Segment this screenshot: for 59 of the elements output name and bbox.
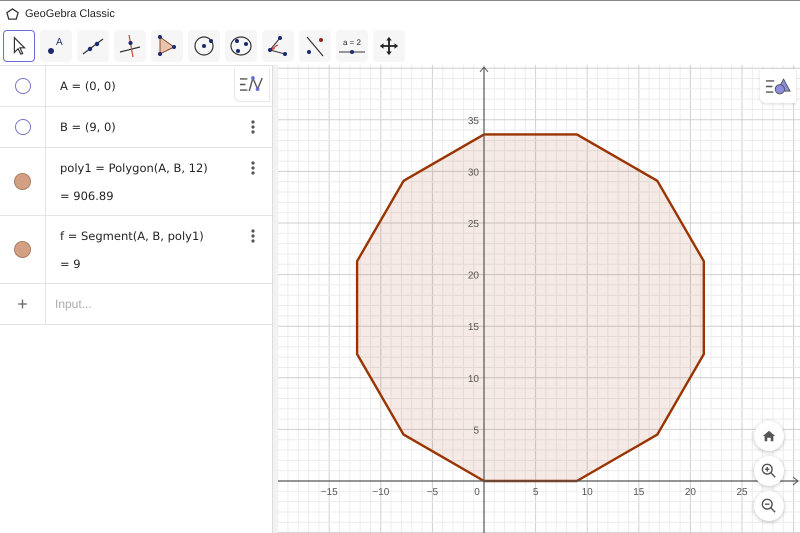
y-axis-label: 15	[468, 322, 479, 334]
reflect-tool-button[interactable]	[299, 30, 331, 62]
lines-and-shapes-icon	[765, 76, 791, 96]
y-axis-label: 20	[468, 270, 479, 282]
algebra-definition[interactable]: B = (9, 0)	[60, 120, 116, 134]
add-input-symbol[interactable]: +	[17, 294, 28, 314]
algebra-value: = 9	[60, 256, 82, 270]
home-button[interactable]	[754, 421, 784, 451]
x-axis-label: −15	[320, 487, 338, 498]
pan-tool-button[interactable]	[373, 30, 405, 62]
angle-tool-button[interactable]	[262, 30, 294, 62]
x-axis-label: 25	[736, 487, 748, 498]
circle-tool-button[interactable]	[188, 30, 220, 62]
visibility-toggle[interactable]	[14, 173, 31, 190]
home-icon	[762, 429, 776, 443]
x-axis-label: −10	[372, 487, 390, 498]
app-logo-icon	[6, 8, 19, 20]
x-axis-label: 20	[684, 487, 696, 498]
algebra-definition[interactable]: poly1 = Polygon(A, B, 12)	[60, 160, 208, 174]
move-tool-button[interactable]	[3, 30, 35, 62]
perpendicular-lines-icon	[118, 34, 142, 58]
algebra-definition[interactable]: A = (0, 0)	[60, 79, 116, 93]
x-axis-label: −5	[426, 487, 438, 498]
y-axis-label: 25	[468, 219, 479, 230]
algebra-style-button[interactable]	[234, 68, 270, 102]
slider-tool-button[interactable]: a = 2	[336, 30, 368, 62]
perpendicular-tool-button[interactable]	[114, 30, 146, 62]
x-axis-label: 10	[582, 487, 593, 498]
more-menu-icon[interactable]	[251, 161, 255, 175]
zoom-out-button[interactable]	[754, 491, 784, 521]
more-menu-icon[interactable]	[251, 229, 255, 243]
visibility-toggle[interactable]	[14, 119, 30, 135]
algebra-definition[interactable]: f = Segment(A, B, poly1)	[60, 228, 204, 242]
visibility-toggle[interactable]	[14, 78, 30, 94]
y-axis-label: 30	[468, 167, 479, 178]
angle-icon	[266, 34, 290, 58]
window-title: GeoGebra Classic	[25, 8, 115, 20]
zoom-in-button[interactable]	[754, 456, 784, 486]
visibility-toggle[interactable]	[14, 241, 31, 258]
polygon-tool-button[interactable]	[151, 30, 183, 62]
line-tool-button[interactable]	[77, 30, 109, 62]
x-axis-label: 0	[474, 487, 480, 498]
y-axis-label: 10	[468, 374, 479, 385]
circle-icon	[192, 34, 216, 58]
y-axis-label: 35	[468, 116, 479, 127]
conic-tool-button[interactable]	[225, 30, 257, 62]
zoom-out-icon	[764, 504, 776, 513]
y-axis-label: 5	[473, 425, 479, 436]
more-menu-icon[interactable]	[251, 120, 255, 134]
graphics-style-button[interactable]	[760, 69, 796, 103]
algebra-value: = 906.89	[60, 188, 115, 202]
zoom-in-icon	[764, 466, 776, 478]
ellipse-icon	[229, 34, 253, 58]
x-axis-label: 5	[532, 487, 538, 498]
triangle-icon	[155, 34, 179, 58]
lines-and-graph-icon	[239, 75, 265, 94]
x-axis-label: 15	[633, 487, 644, 498]
four-way-arrow-icon	[378, 35, 400, 57]
slider-icon	[339, 48, 365, 54]
